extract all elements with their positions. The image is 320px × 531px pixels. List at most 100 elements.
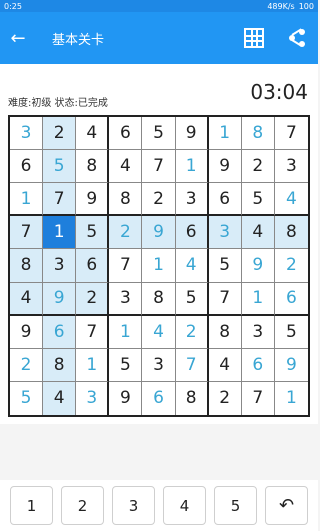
sudoku-cell[interactable]: 6 <box>175 216 209 250</box>
key-2[interactable]: 2 <box>61 486 104 525</box>
network-speed: 489K/s <box>267 1 295 11</box>
sudoku-cell[interactable]: 2 <box>43 117 77 151</box>
sudoku-cell[interactable]: 8 <box>142 282 176 316</box>
sudoku-cell[interactable]: 8 <box>274 216 308 250</box>
sudoku-cell[interactable]: 3 <box>142 348 176 382</box>
sudoku-cell[interactable]: 1 <box>76 348 110 382</box>
sudoku-cell[interactable]: 2 <box>208 381 242 415</box>
sudoku-cell[interactable]: 8 <box>109 183 143 217</box>
sudoku-cell[interactable]: 7 <box>109 249 143 283</box>
sudoku-cell[interactable]: 6 <box>208 183 242 217</box>
sudoku-cell[interactable]: 3 <box>109 282 143 316</box>
sudoku-cell[interactable]: 5 <box>10 381 44 415</box>
sudoku-cell[interactable]: 8 <box>208 315 242 349</box>
sudoku-cell[interactable]: 9 <box>241 249 275 283</box>
sudoku-cell[interactable]: 6 <box>241 348 275 382</box>
sudoku-cell[interactable]: 7 <box>43 183 77 217</box>
sudoku-cell[interactable]: 4 <box>208 348 242 382</box>
sudoku-cell[interactable]: 3 <box>43 249 77 283</box>
sudoku-cell[interactable]: 4 <box>274 183 308 217</box>
sudoku-cell[interactable]: 9 <box>43 282 77 316</box>
sudoku-cell[interactable]: 5 <box>208 249 242 283</box>
sudoku-cell[interactable]: 5 <box>76 216 110 250</box>
game-panel: 难度:初级 状态:已完成 03:04 324659187658471923179… <box>0 64 318 424</box>
number-keypad: 1 2 3 4 5 ↶ <box>0 480 318 531</box>
status-time: 0:25 <box>4 1 22 11</box>
key-4[interactable]: 4 <box>163 486 206 525</box>
sudoku-cell[interactable]: 2 <box>10 348 44 382</box>
sudoku-cell[interactable]: 4 <box>241 216 275 250</box>
sudoku-cell[interactable]: 1 <box>274 381 308 415</box>
app-bar: ← 基本关卡 <box>0 12 318 64</box>
sudoku-cell[interactable]: 4 <box>76 117 110 151</box>
key-3[interactable]: 3 <box>112 486 155 525</box>
sudoku-cell[interactable]: 3 <box>76 381 110 415</box>
sudoku-cell[interactable]: 9 <box>208 150 242 184</box>
sudoku-cell[interactable]: 7 <box>208 282 242 316</box>
sudoku-cell[interactable]: 7 <box>175 348 209 382</box>
sudoku-cell[interactable]: 6 <box>10 150 44 184</box>
sudoku-cell[interactable]: 2 <box>274 249 308 283</box>
sudoku-cell[interactable]: 4 <box>43 381 77 415</box>
sudoku-cell[interactable]: 7 <box>274 117 308 151</box>
sudoku-cell[interactable]: 5 <box>142 117 176 151</box>
sudoku-cell[interactable]: 8 <box>10 249 44 283</box>
sudoku-cell[interactable]: 5 <box>274 315 308 349</box>
sudoku-cell[interactable]: 6 <box>43 315 77 349</box>
sudoku-cell[interactable]: 3 <box>274 150 308 184</box>
sudoku-cell[interactable]: 6 <box>142 381 176 415</box>
sudoku-cell[interactable]: 9 <box>142 216 176 250</box>
game-timer: 03:04 <box>250 80 308 104</box>
sudoku-cell[interactable]: 5 <box>241 183 275 217</box>
back-button[interactable]: ← <box>0 12 36 64</box>
grid-icon[interactable] <box>244 28 264 48</box>
sudoku-cell[interactable]: 3 <box>208 216 242 250</box>
sudoku-cell[interactable]: 2 <box>109 216 143 250</box>
sudoku-cell[interactable]: 4 <box>142 315 176 349</box>
sudoku-cell[interactable]: 9 <box>274 348 308 382</box>
sudoku-cell[interactable]: 3 <box>10 117 44 151</box>
sudoku-cell[interactable]: 5 <box>43 150 77 184</box>
share-button[interactable] <box>288 26 308 50</box>
sudoku-cell[interactable]: 8 <box>76 150 110 184</box>
sudoku-cell[interactable]: 4 <box>175 249 209 283</box>
sudoku-cell[interactable]: 1 <box>175 150 209 184</box>
sudoku-cell[interactable]: 4 <box>10 282 44 316</box>
sudoku-cell[interactable]: 8 <box>43 348 77 382</box>
sudoku-cell[interactable]: 1 <box>142 249 176 283</box>
sudoku-cell[interactable]: 8 <box>175 381 209 415</box>
sudoku-cell[interactable]: 1 <box>43 216 77 250</box>
key-1[interactable]: 1 <box>10 486 53 525</box>
sudoku-cell[interactable]: 1 <box>10 183 44 217</box>
sudoku-cell[interactable]: 2 <box>241 150 275 184</box>
sudoku-cell[interactable]: 2 <box>142 183 176 217</box>
sudoku-cell[interactable]: 9 <box>109 381 143 415</box>
sudoku-cell[interactable]: 1 <box>208 117 242 151</box>
page-title: 基本关卡 <box>52 32 105 48</box>
sudoku-cell[interactable]: 7 <box>142 150 176 184</box>
sudoku-cell[interactable]: 5 <box>175 282 209 316</box>
sudoku-cell[interactable]: 1 <box>241 282 275 316</box>
sudoku-cell[interactable]: 3 <box>241 315 275 349</box>
sudoku-cell[interactable]: 1 <box>109 315 143 349</box>
sudoku-cell[interactable]: 2 <box>76 282 110 316</box>
sudoku-cell[interactable]: 7 <box>10 216 44 250</box>
sudoku-cell[interactable]: 2 <box>175 315 209 349</box>
sudoku-cell[interactable]: 5 <box>109 348 143 382</box>
sudoku-board: 3246591876584719231798236547152963488367… <box>8 115 310 417</box>
sudoku-cell[interactable]: 4 <box>109 150 143 184</box>
sudoku-cell[interactable]: 9 <box>175 117 209 151</box>
undo-button[interactable]: ↶ <box>265 486 308 525</box>
sudoku-cell[interactable]: 7 <box>76 315 110 349</box>
sudoku-cell[interactable]: 6 <box>76 249 110 283</box>
sudoku-cell[interactable]: 6 <box>109 117 143 151</box>
battery-level: 100 <box>298 1 314 11</box>
sudoku-cell[interactable]: 9 <box>10 315 44 349</box>
sudoku-cell[interactable]: 3 <box>175 183 209 217</box>
arrow-left-icon: ← <box>10 27 26 49</box>
key-5[interactable]: 5 <box>214 486 257 525</box>
sudoku-cell[interactable]: 7 <box>241 381 275 415</box>
sudoku-cell[interactable]: 8 <box>241 117 275 151</box>
sudoku-cell[interactable]: 6 <box>274 282 308 316</box>
sudoku-cell[interactable]: 9 <box>76 183 110 217</box>
